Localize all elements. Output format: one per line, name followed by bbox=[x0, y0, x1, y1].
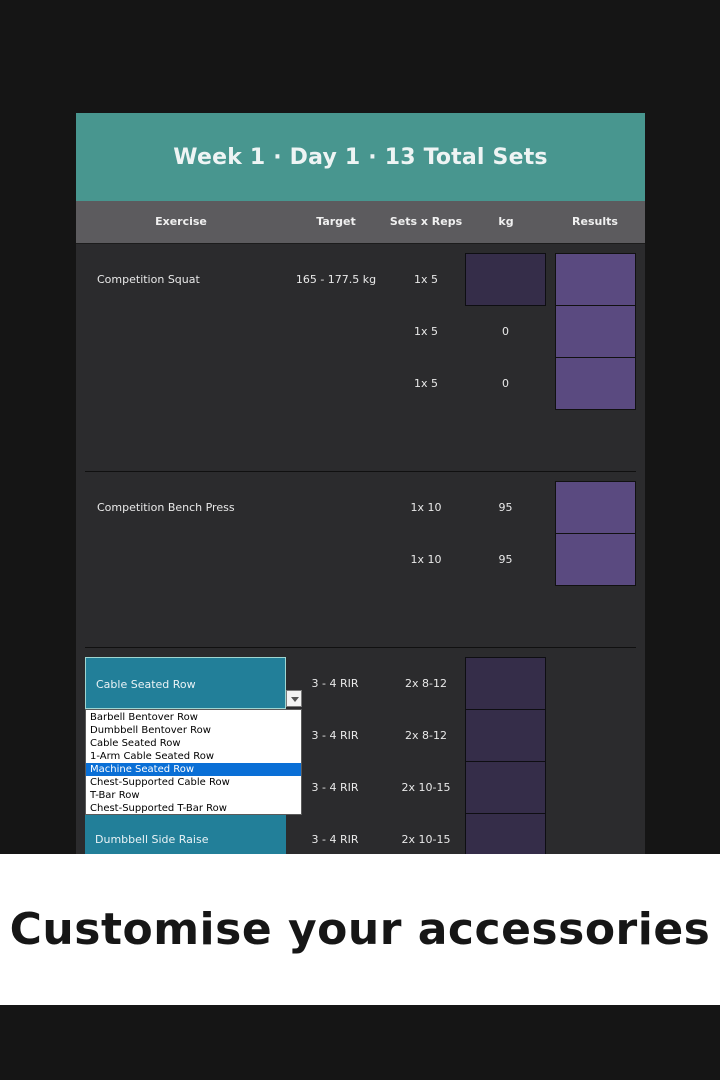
dropdown-option[interactable]: 1-Arm Cable Seated Row bbox=[86, 750, 301, 763]
target-value: 3 - 4 RIR bbox=[311, 729, 359, 742]
column-header-row: Exercise Target Sets x Reps kg Results bbox=[76, 201, 645, 244]
accessory-name: Dumbbell Side Raise bbox=[95, 833, 209, 846]
kg-input-cell[interactable] bbox=[465, 657, 546, 710]
kg-input-cell[interactable] bbox=[465, 253, 546, 306]
accessory-name: Cable Seated Row bbox=[96, 678, 196, 691]
dropdown-option[interactable]: Chest-Supported T-Bar Row bbox=[86, 802, 301, 815]
sets-reps-value: 2x 8-12 bbox=[405, 677, 447, 690]
workout-sheet: Week 1 · Day 1 · 13 Total Sets Exercise … bbox=[76, 113, 645, 854]
page-title: Week 1 · Day 1 · 13 Total Sets bbox=[173, 144, 548, 170]
kg-value: 0 bbox=[502, 325, 509, 338]
target-value: 3 - 4 RIR bbox=[311, 833, 359, 846]
dropdown-option[interactable]: Cable Seated Row bbox=[86, 737, 301, 750]
dropdown-option[interactable]: Chest-Supported Cable Row bbox=[86, 776, 301, 789]
sets-reps-value: 1x 5 bbox=[413, 273, 438, 286]
result-input-cell[interactable] bbox=[555, 533, 636, 586]
header-exercise: Exercise bbox=[155, 215, 207, 228]
target-value: 165 - 177.5 kg bbox=[295, 273, 377, 286]
kg-input-cell[interactable] bbox=[465, 761, 546, 814]
sets-reps-value: 1x 10 bbox=[410, 501, 442, 514]
result-input-cell[interactable] bbox=[555, 357, 636, 410]
sets-reps-value: 1x 10 bbox=[410, 553, 442, 566]
caption-text: Customise your accessories bbox=[9, 904, 711, 955]
sets-reps-value: 2x 8-12 bbox=[405, 729, 447, 742]
kg-value: 95 bbox=[498, 501, 513, 514]
header-target: Target bbox=[316, 215, 356, 228]
dropdown-option[interactable]: T-Bar Row bbox=[86, 789, 301, 802]
header-kg: kg bbox=[498, 215, 514, 228]
result-input-cell[interactable] bbox=[555, 481, 636, 534]
target-value: 3 - 4 RIR bbox=[311, 677, 359, 690]
sets-reps-value: 1x 5 bbox=[413, 325, 438, 338]
accessory-select-cell[interactable]: Cable Seated Row bbox=[85, 657, 286, 709]
dropdown-option[interactable]: Barbell Bentover Row bbox=[86, 711, 301, 724]
sets-reps-value: 2x 10-15 bbox=[401, 833, 451, 846]
row-divider bbox=[85, 471, 636, 472]
result-input-cell[interactable] bbox=[555, 305, 636, 358]
target-value: 3 - 4 RIR bbox=[311, 781, 359, 794]
header-sets-reps: Sets x Reps bbox=[389, 215, 463, 228]
exercise-name: Competition Bench Press bbox=[97, 501, 235, 514]
accessory-select-cell[interactable]: Dumbbell Side Raise bbox=[85, 813, 286, 854]
row-divider bbox=[85, 647, 636, 648]
sets-reps-value: 1x 5 bbox=[413, 377, 438, 390]
caption-banner: Customise your accessories bbox=[0, 854, 720, 1005]
chevron-down-icon[interactable] bbox=[286, 690, 302, 707]
kg-value: 0 bbox=[502, 377, 509, 390]
kg-input-cell[interactable] bbox=[465, 709, 546, 762]
kg-value: 95 bbox=[498, 553, 513, 566]
header-results: Results bbox=[572, 215, 618, 228]
title-band: Week 1 · Day 1 · 13 Total Sets bbox=[76, 113, 645, 201]
exercise-dropdown-list[interactable]: Barbell Bentover Row Dumbbell Bentover R… bbox=[85, 709, 302, 815]
exercise-name: Competition Squat bbox=[97, 273, 200, 286]
kg-input-cell[interactable] bbox=[465, 813, 546, 854]
dropdown-option-highlighted[interactable]: Machine Seated Row bbox=[86, 763, 301, 776]
sets-reps-value: 2x 10-15 bbox=[401, 781, 451, 794]
dropdown-option[interactable]: Dumbbell Bentover Row bbox=[86, 724, 301, 737]
result-input-cell[interactable] bbox=[555, 253, 636, 306]
page: { "title": "Week 1 \u00b7 Day 1 \u00b7 1… bbox=[0, 0, 720, 1080]
